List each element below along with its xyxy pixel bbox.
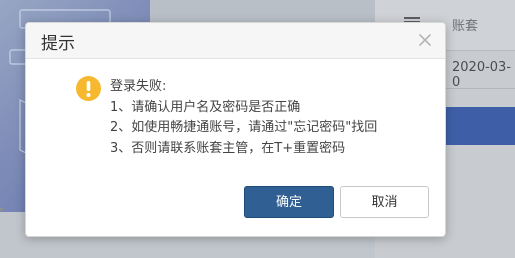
login-failed-dialog: 提示 登录失败: 1、请确认用户名及密码是否正确 2、如使用畅捷通账号，请通过"…	[25, 22, 446, 237]
table-row-selected	[445, 107, 515, 145]
dialog-title: 提示	[41, 34, 75, 54]
menu-icon	[404, 17, 420, 19]
message-line: 2、如使用畅捷通账号，请通过"忘记密码"找回	[110, 120, 378, 135]
cancel-button[interactable]: 取消	[340, 186, 429, 218]
message-line: 3、否则请联系账套主管，在T+重置密码	[110, 140, 346, 156]
error-message: 登录失败: 1、请确认用户名及密码是否正确 2、如使用畅捷通账号，请通过"忘记密…	[110, 77, 377, 159]
background-dot	[0, 208, 3, 211]
message-line: 登录失败:	[110, 79, 167, 94]
exclamation-circle-icon	[76, 76, 101, 101]
table-header-account-set: 账套	[452, 19, 479, 34]
close-icon[interactable]	[418, 33, 432, 47]
message-line: 1、请确认用户名及密码是否正确	[110, 99, 301, 115]
confirm-button[interactable]: 确定	[244, 186, 334, 218]
table-cell-date: 2020-03-0	[452, 60, 512, 90]
dialog-header: 提示	[26, 23, 445, 59]
